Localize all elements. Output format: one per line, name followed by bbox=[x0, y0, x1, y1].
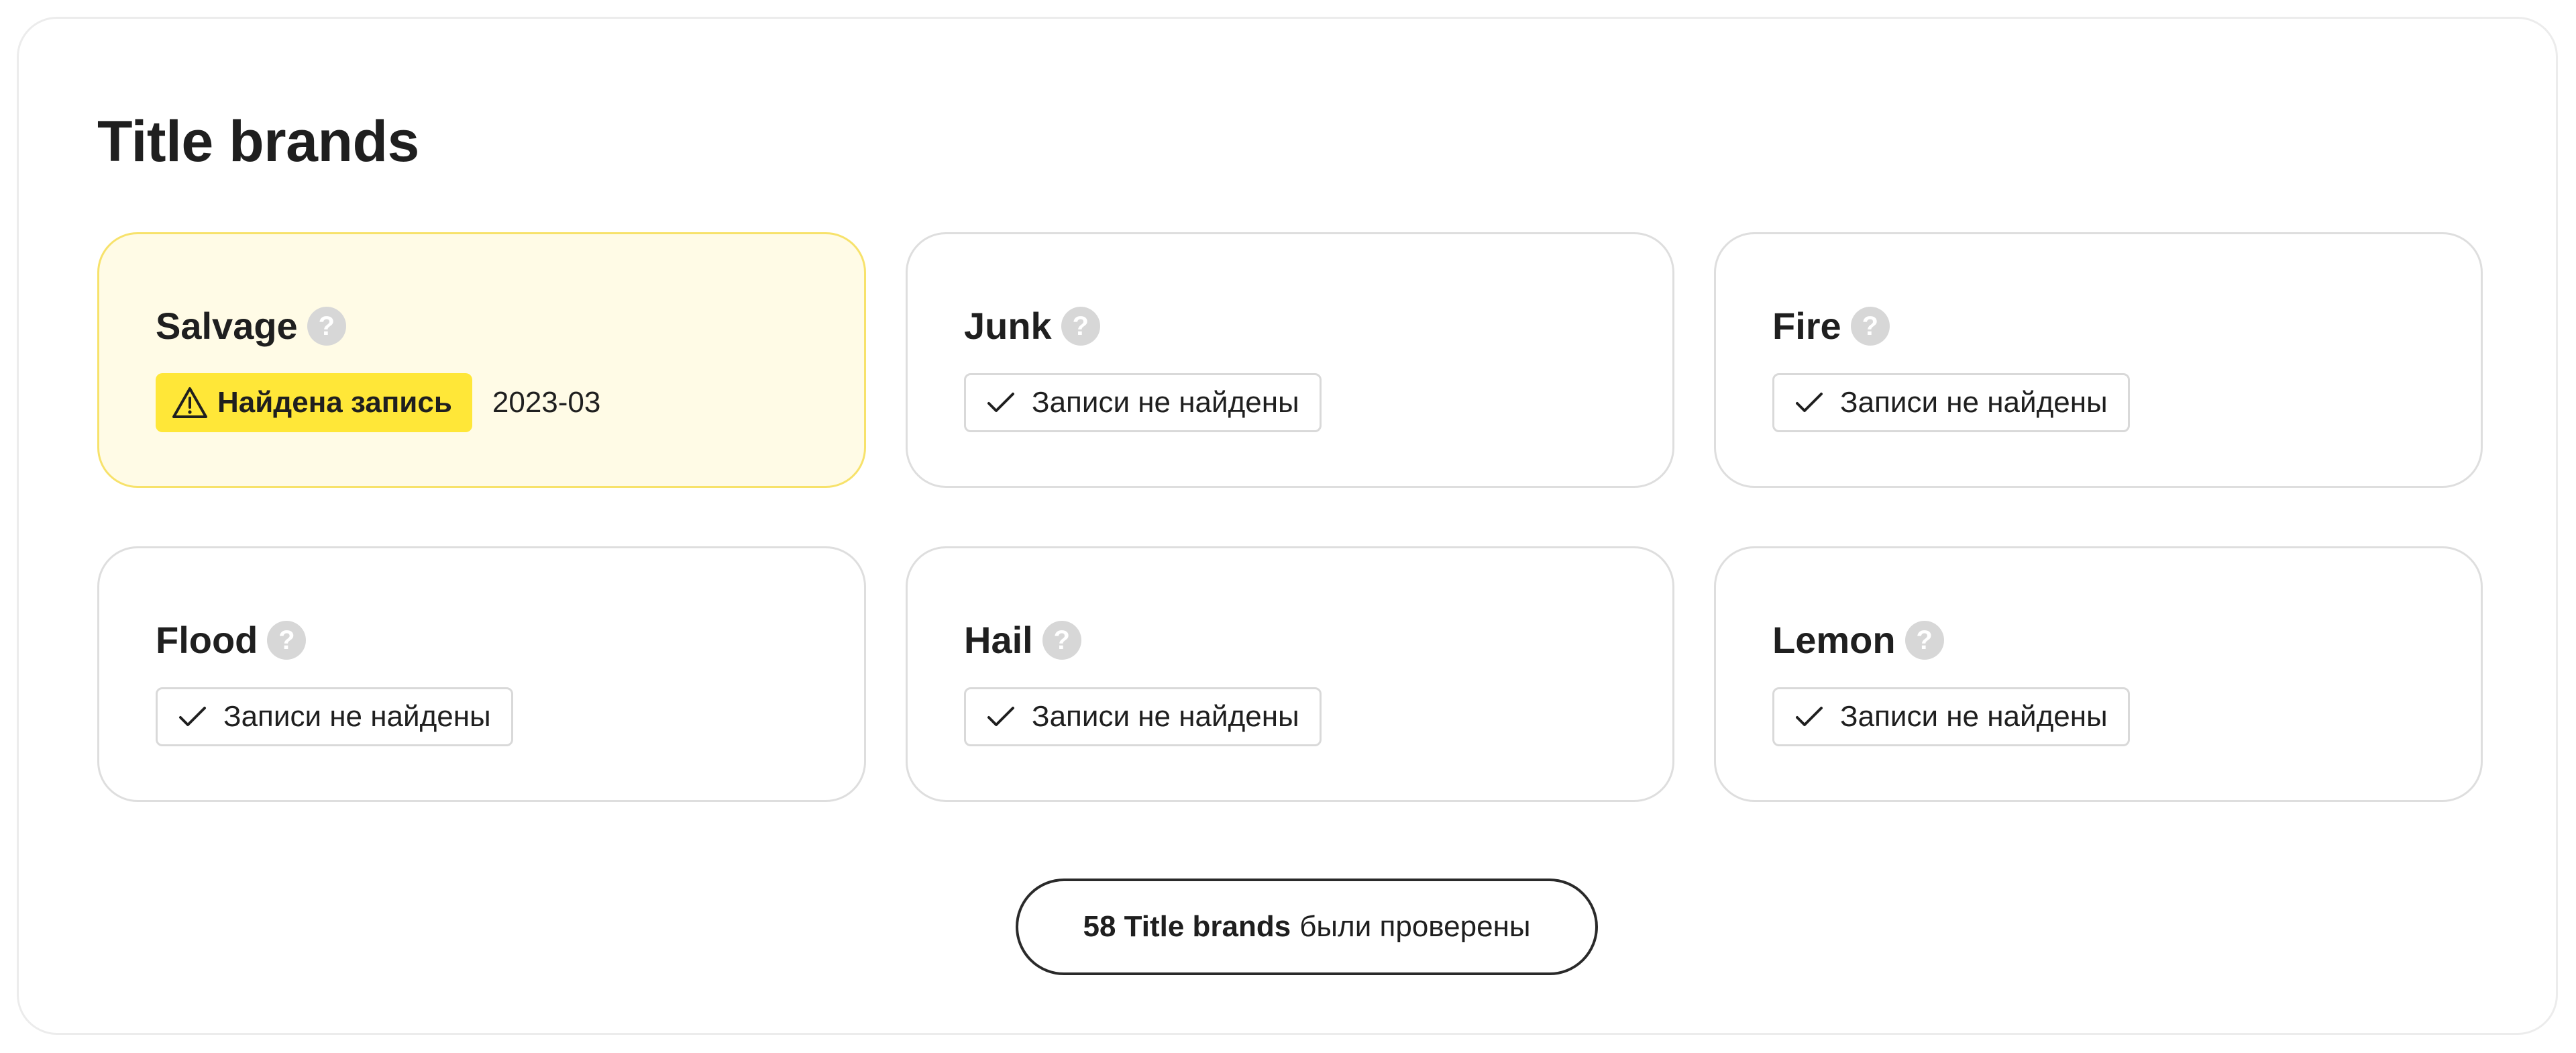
brand-status: Записи не найдены bbox=[964, 373, 1322, 432]
help-icon[interactable]: ? bbox=[1904, 621, 1944, 660]
brand-status: Записи не найдены bbox=[156, 687, 513, 746]
record-found-badge: Найдена запись bbox=[156, 373, 472, 432]
brand-name: Hail bbox=[964, 619, 1033, 661]
brand-status: Найдена запись 2023-03 bbox=[156, 373, 600, 432]
checkmark-icon bbox=[987, 393, 1014, 412]
checked-brands-count: 58 Title brands bbox=[1083, 910, 1291, 943]
no-records-label: Записи не найдены bbox=[1840, 386, 2108, 419]
help-icon[interactable]: ? bbox=[307, 307, 346, 346]
section-title: Title brands bbox=[97, 109, 419, 174]
brand-status: Записи не найдены bbox=[964, 687, 1322, 746]
no-records-badge: Записи не найдены bbox=[964, 373, 1322, 432]
checkmark-icon bbox=[179, 707, 206, 726]
brand-card-header: Hail ? bbox=[964, 619, 1081, 662]
help-icon[interactable]: ? bbox=[267, 621, 307, 660]
brand-card-header: Salvage ? bbox=[156, 305, 346, 348]
no-records-label: Записи не найдены bbox=[1032, 700, 1299, 733]
brand-card-hail: Hail ? Записи не найдены bbox=[906, 546, 1674, 802]
brand-name: Flood bbox=[156, 619, 258, 661]
brand-card-header: Fire ? bbox=[1772, 305, 1890, 348]
checkmark-icon bbox=[1796, 707, 1823, 726]
brand-status: Записи не найдены bbox=[1772, 373, 2130, 432]
brand-name: Salvage bbox=[156, 305, 298, 347]
brand-name: Lemon bbox=[1772, 619, 1896, 661]
brand-card-header: Lemon ? bbox=[1772, 619, 1944, 662]
brand-card-fire: Fire ? Записи не найдены bbox=[1714, 232, 2483, 488]
brand-name: Junk bbox=[964, 305, 1052, 347]
no-records-badge: Записи не найдены bbox=[156, 687, 513, 746]
brand-card-lemon: Lemon ? Записи не найдены bbox=[1714, 546, 2483, 802]
no-records-badge: Записи не найдены bbox=[1772, 373, 2130, 432]
brand-card-flood: Flood ? Записи не найдены bbox=[97, 546, 866, 802]
record-found-label: Найдена запись bbox=[217, 386, 452, 419]
no-records-badge: Записи не найдены bbox=[1772, 687, 2130, 746]
warning-triangle-icon bbox=[172, 387, 207, 418]
no-records-label: Записи не найдены bbox=[223, 700, 491, 733]
checkmark-icon bbox=[987, 707, 1014, 726]
brand-card-header: Junk ? bbox=[964, 305, 1100, 348]
no-records-label: Записи не найдены bbox=[1840, 700, 2108, 733]
checked-brands-summary-button[interactable]: 58 Title brands были проверены bbox=[1016, 879, 1598, 975]
title-brands-panel: Title brands Salvage ? Найдена запись 20… bbox=[17, 17, 2558, 1035]
checked-brands-suffix: были проверены bbox=[1299, 910, 1531, 943]
brand-name: Fire bbox=[1772, 305, 1841, 347]
brand-card-junk: Junk ? Записи не найдены bbox=[906, 232, 1674, 488]
help-icon[interactable]: ? bbox=[1042, 621, 1081, 660]
no-records-label: Записи не найдены bbox=[1032, 386, 1299, 419]
help-icon[interactable]: ? bbox=[1850, 307, 1890, 346]
brand-card-header: Flood ? bbox=[156, 619, 307, 662]
brand-status: Записи не найдены bbox=[1772, 687, 2130, 746]
checkmark-icon bbox=[1796, 393, 1823, 412]
brand-card-salvage: Salvage ? Найдена запись 2023-03 bbox=[97, 232, 866, 488]
brand-grid: Salvage ? Найдена запись 2023-03 Junk ? … bbox=[97, 232, 2483, 802]
record-date: 2023-03 bbox=[492, 386, 601, 419]
no-records-badge: Записи не найдены bbox=[964, 687, 1322, 746]
help-icon[interactable]: ? bbox=[1061, 307, 1100, 346]
